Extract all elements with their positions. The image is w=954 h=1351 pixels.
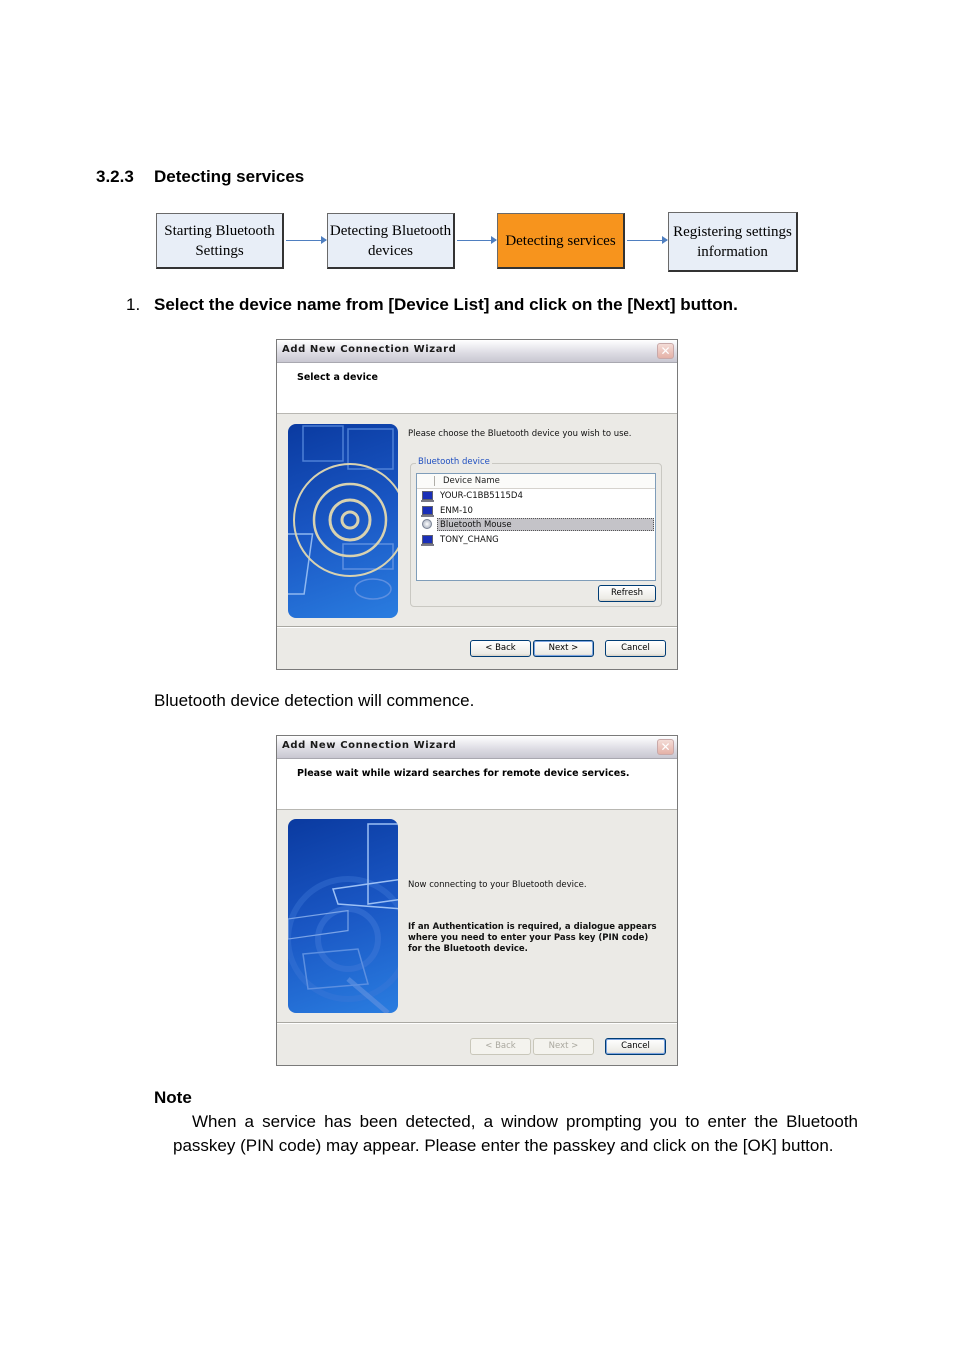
mouse-icon xyxy=(422,519,432,529)
step-1: 1. Select the device name from [Device Li… xyxy=(126,295,738,315)
group-label: Bluetooth device xyxy=(416,457,492,467)
connecting-status-text: Now connecting to your Bluetooth device. xyxy=(408,880,587,890)
bluetooth-device-group: Bluetooth device Device Name YOUR-C1BB51… xyxy=(410,457,662,607)
flow-step-starting-settings: Starting Bluetooth Settings xyxy=(156,213,284,269)
wizard-select-device: Add New Connection Wizard ✕ Select a dev… xyxy=(276,339,678,670)
next-label: Next > xyxy=(548,643,579,653)
device-list-item[interactable]: YOUR-C1BB5115D4 xyxy=(417,489,655,504)
next-button-disabled[interactable]: Next > xyxy=(533,1038,594,1055)
computer-icon xyxy=(421,505,434,517)
flow-arrow xyxy=(286,236,327,244)
device-list-item[interactable]: TONY_CHANG xyxy=(417,533,655,548)
flow-arrow xyxy=(457,236,497,244)
next-button[interactable]: Next > xyxy=(533,640,594,657)
refresh-label: Refresh xyxy=(610,588,644,598)
back-button-disabled[interactable]: < Back xyxy=(470,1038,531,1055)
close-button[interactable]: ✕ xyxy=(657,739,674,755)
cancel-label: Cancel xyxy=(621,643,650,653)
laptop-connection-illustration xyxy=(288,819,398,1013)
back-label: < Back xyxy=(485,643,516,653)
step-text: Select the device name from [Device List… xyxy=(154,295,738,314)
section-title: Detecting services xyxy=(154,167,305,186)
footer-divider xyxy=(277,1022,677,1024)
close-button[interactable]: ✕ xyxy=(657,343,674,359)
wizard-header-title: Please wait while wizard searches for re… xyxy=(297,768,630,779)
device-list[interactable]: Device Name YOUR-C1BB5115D4 ENM-10 Bluet… xyxy=(416,473,656,581)
bluetooth-devices-illustration xyxy=(288,424,398,618)
refresh-button[interactable]: Refresh xyxy=(598,585,656,602)
note-title: Note xyxy=(154,1088,192,1107)
flow-step-detecting-services: Detecting services xyxy=(497,213,625,269)
section-number: 3.2.3 xyxy=(96,167,134,186)
footer-divider xyxy=(277,626,677,628)
device-name: Bluetooth Mouse xyxy=(440,520,512,530)
close-icon: ✕ xyxy=(660,344,671,358)
cancel-button[interactable]: Cancel xyxy=(605,640,666,657)
flow-step-registering-settings: Registering settings information xyxy=(668,212,798,272)
cancel-label: Cancel xyxy=(621,1041,650,1051)
flow-arrow xyxy=(627,236,668,244)
title-bar: Add New Connection Wizard ✕ xyxy=(277,736,677,759)
wizard-header: Please wait while wizard searches for re… xyxy=(277,759,677,810)
device-list-item-selected[interactable]: Bluetooth Mouse xyxy=(417,518,655,533)
authentication-note: If an Authentication is required, a dial… xyxy=(408,922,657,954)
computer-icon xyxy=(421,534,434,546)
wizard-searching-services: Add New Connection Wizard ✕ Please wait … xyxy=(276,735,678,1066)
device-name: YOUR-C1BB5115D4 xyxy=(440,491,523,501)
flow-step-detecting-devices: Detecting Bluetooth devices xyxy=(327,213,455,269)
close-icon: ✕ xyxy=(660,740,671,754)
column-header-label: Device Name xyxy=(443,476,500,486)
window-title: Add New Connection Wizard xyxy=(282,740,457,751)
wizard-header: Select a device xyxy=(277,363,677,414)
back-button[interactable]: < Back xyxy=(470,640,531,657)
section-heading: 3.2.3 Detecting services xyxy=(96,167,304,187)
next-label: Next > xyxy=(548,1041,579,1051)
device-name: ENM-10 xyxy=(440,505,473,516)
back-label: < Back xyxy=(485,1041,516,1051)
cancel-button[interactable]: Cancel xyxy=(605,1038,666,1055)
computer-icon xyxy=(421,491,434,502)
column-separator xyxy=(434,476,435,486)
device-name: TONY_CHANG xyxy=(440,534,499,545)
device-list-item[interactable]: ENM-10 xyxy=(417,504,655,519)
title-bar: Add New Connection Wizard ✕ xyxy=(277,340,677,363)
window-title: Add New Connection Wizard xyxy=(282,344,457,355)
column-header-device-name[interactable]: Device Name xyxy=(417,474,655,489)
detection-text: Bluetooth device detection will commence… xyxy=(154,691,475,710)
wizard-header-title: Select a device xyxy=(297,372,378,383)
step-number: 1. xyxy=(126,295,141,314)
note-body: When a service has been detected, a wind… xyxy=(173,1112,858,1155)
instruction-text: Please choose the Bluetooth device you w… xyxy=(408,429,632,439)
